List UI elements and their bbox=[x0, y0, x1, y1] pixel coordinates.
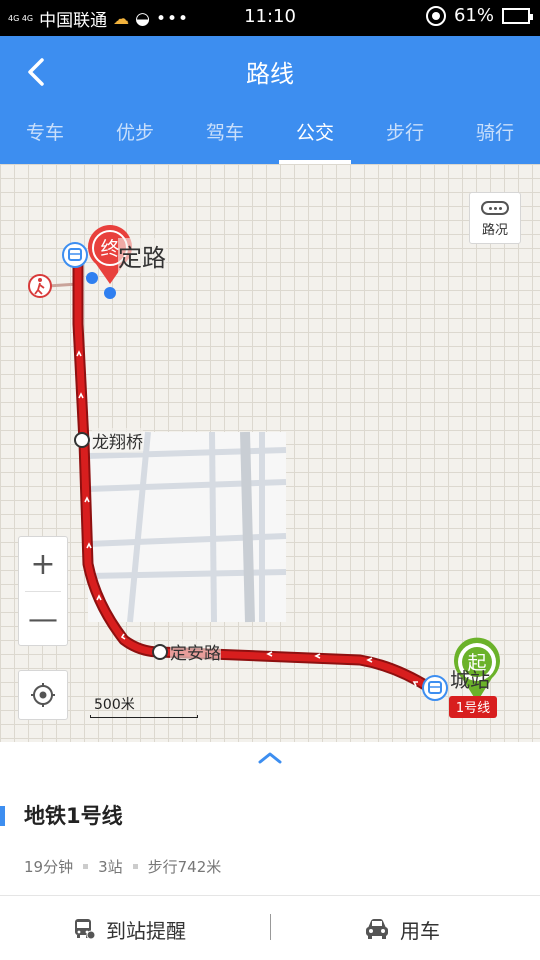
bus-stop-end-icon bbox=[62, 242, 88, 268]
panel-divider bbox=[0, 895, 540, 896]
map-label-dingan: 定安路 bbox=[170, 639, 221, 664]
tab-transit[interactable]: 公交 bbox=[270, 112, 360, 164]
traffic-label: 路况 bbox=[481, 223, 508, 238]
arrival-reminder-label: 到站提醒 bbox=[106, 918, 186, 943]
station-dot-longxiang bbox=[74, 432, 90, 448]
end-marker-label: 终 bbox=[100, 238, 119, 260]
car-icon bbox=[366, 919, 388, 939]
line-badge: 1号线 bbox=[449, 696, 497, 718]
crosshair-icon bbox=[31, 683, 55, 707]
route-panel: 地铁1号线 19分钟 3站 步行742米 到站提醒 用车 bbox=[0, 742, 540, 960]
location-dot-2 bbox=[104, 287, 116, 299]
zoom-out-button[interactable]: — bbox=[19, 592, 67, 646]
tab-uber[interactable]: 优步 bbox=[90, 112, 180, 164]
route-name: 地铁1号线 bbox=[24, 804, 123, 828]
tab-private-car[interactable]: 专车 bbox=[0, 112, 90, 164]
map-label-road-top: 定路 bbox=[118, 238, 166, 273]
map-main-road bbox=[240, 431, 255, 623]
traffic-icon bbox=[481, 201, 509, 215]
scale-bar: 500米 bbox=[90, 694, 198, 720]
traffic-button[interactable]: 路况 bbox=[469, 192, 521, 244]
map-area-block bbox=[88, 432, 286, 622]
hail-car-button[interactable]: 用车 bbox=[364, 912, 440, 946]
arrival-reminder-button[interactable]: 到站提醒 bbox=[72, 912, 186, 946]
line-badge-label: 1号线 bbox=[456, 701, 490, 716]
zoom-in-button[interactable]: + bbox=[19, 537, 67, 591]
location-icon bbox=[425, 5, 446, 26]
map-drawing: 终 起 1号线 bbox=[28, 225, 500, 718]
zoom-control: + — bbox=[18, 536, 68, 646]
scale-label: 500米 bbox=[94, 697, 135, 713]
transport-tabs: 专车 优步 驾车 公交 步行 骑行 bbox=[0, 112, 540, 164]
walk-start-icon bbox=[28, 274, 52, 298]
route-duration: 19分钟 bbox=[24, 858, 74, 876]
map-label-start-place: 城站 bbox=[450, 668, 490, 692]
action-separator bbox=[270, 914, 271, 940]
meta-separator bbox=[83, 864, 89, 869]
station-dot-dingan bbox=[152, 644, 168, 660]
route-stops: 3站 bbox=[98, 858, 123, 876]
page-title: 路线 bbox=[246, 60, 294, 88]
location-dot bbox=[86, 272, 98, 284]
map-view[interactable]: 终 起 1号线 定路 龙翔桥 定安路 城站 路况 + — 500米 bbox=[0, 164, 540, 742]
map-label-longxiang: 龙翔桥 bbox=[92, 428, 143, 453]
tab-bike[interactable]: 骑行 bbox=[450, 112, 540, 164]
tab-walk[interactable]: 步行 bbox=[360, 112, 450, 164]
locate-button[interactable] bbox=[18, 670, 68, 720]
tab-drive[interactable]: 驾车 bbox=[180, 112, 270, 164]
meta-separator bbox=[132, 864, 138, 869]
hail-car-label: 用车 bbox=[400, 918, 440, 943]
chevron-up-icon bbox=[258, 752, 282, 764]
battery-percent: 61% bbox=[453, 5, 494, 26]
scale-line bbox=[90, 715, 198, 718]
status-bar: 4G 4G 中国联通 ☁ ◒ ••• 11:10 61% bbox=[0, 0, 540, 36]
expand-panel-button[interactable] bbox=[250, 746, 290, 768]
header: 路线 专车 优步 驾车 公交 步行 骑行 bbox=[0, 36, 540, 164]
bus-stop-start-icon bbox=[422, 675, 448, 701]
route-walk-distance: 步行742米 bbox=[147, 858, 222, 876]
bus-icon bbox=[75, 919, 96, 940]
route-meta: 19分钟 3站 步行742米 bbox=[24, 856, 221, 877]
route-accent-bar bbox=[0, 806, 5, 826]
battery-icon bbox=[502, 7, 533, 24]
